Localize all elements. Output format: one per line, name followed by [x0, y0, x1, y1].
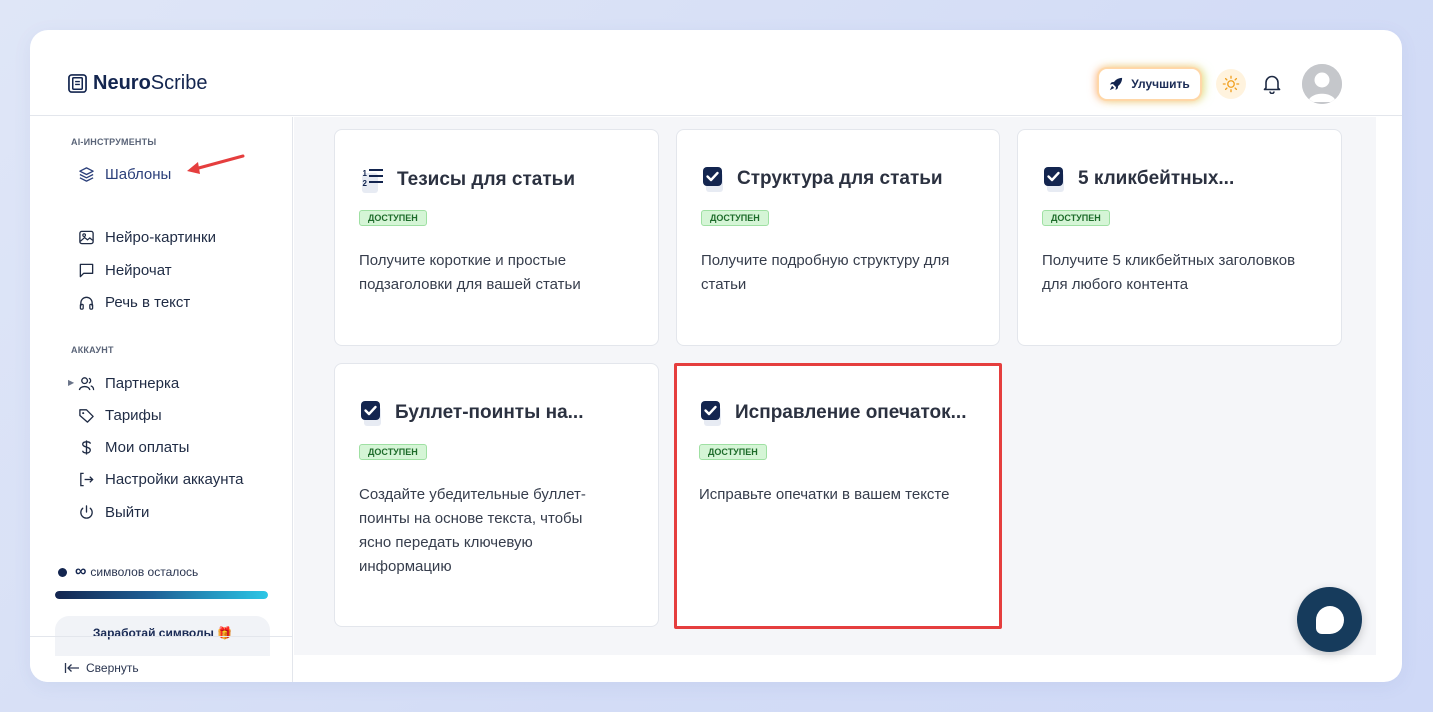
sidebar-item-label: Партнерка [105, 374, 180, 392]
tag-icon [79, 408, 94, 423]
card-description: Получите 5 кликбейтных заголовков для лю… [1042, 252, 1296, 293]
logo[interactable]: NeuroScribe [68, 72, 208, 95]
sidebar-item-label: Нейрочат [105, 261, 172, 279]
svg-text:2: 2 [363, 179, 368, 188]
sidebar-item-my-payments[interactable]: Мои оплаты [78, 436, 189, 458]
notifications-button[interactable] [1262, 73, 1282, 95]
user-avatar-icon [1302, 64, 1342, 104]
sidebar-item-label: Тарифы [105, 406, 162, 424]
status-dot [58, 567, 67, 577]
symbols-progress-fill [55, 591, 268, 599]
status-badge: ДОСТУПЕН [701, 210, 769, 226]
sidebar-item-speech-to-text[interactable]: Речь в текст [78, 291, 190, 313]
card-title: Структура для статьи [737, 168, 943, 189]
checkbox-icon [361, 401, 381, 426]
rocket-icon [1110, 77, 1123, 91]
collapse-label: Свернуть [86, 661, 139, 675]
templates-grid: 1 2 Тезисы для статьи ДОСТУПЕН Получите … [294, 117, 1376, 655]
sidebar-item-templates[interactable]: Шаблоны [78, 163, 171, 185]
section-title-ai: AI-ИНСТРУМЕНТЫ [71, 137, 157, 147]
sidebar-divider [30, 636, 293, 637]
sidebar-item-logout[interactable]: Выйти [78, 501, 149, 523]
section-title-account: АККАУНТ [71, 345, 114, 355]
sun-icon [1222, 75, 1240, 93]
sidebar-item-label: Мои оплаты [105, 438, 190, 456]
brand-bold: Neuro [93, 72, 151, 94]
logo-icon [68, 74, 87, 93]
card-description: Получите подробную структуру для статьи [701, 252, 950, 293]
sidebar-item-label: Шаблоны [105, 165, 172, 183]
card-description: Получите короткие и простые подзаголовки… [359, 252, 581, 293]
checkbox-icon [1044, 167, 1064, 192]
sidebar-item-neuro-images[interactable]: Нейро-картинки [78, 226, 216, 248]
template-card-bullet-points[interactable]: Буллет-поинты на... ДОСТУПЕН Создайте уб… [334, 363, 659, 627]
users-icon [78, 376, 95, 390]
upgrade-button[interactable]: Улучшить [1099, 69, 1200, 99]
avatar[interactable] [1302, 64, 1342, 104]
headphones-icon [79, 296, 94, 310]
template-card-article-structure[interactable]: Структура для статьи ДОСТУПЕН Получите п… [676, 129, 1000, 346]
sidebar-item-label: Нейро-картинки [105, 228, 216, 246]
app-window: NeuroScribe Улучшить AI-ИНСТРУМЕНТЫ Шабл… [30, 30, 1402, 682]
card-description: Исправьте опечатки в вашем тексте [699, 486, 950, 503]
collapse-arrow-icon [64, 663, 79, 673]
bell-icon [1263, 75, 1281, 94]
sidebar-item-neurochat[interactable]: Нейрочат [78, 259, 172, 281]
annotation-arrow-icon [187, 154, 245, 174]
sidebar-item-tariffs[interactable]: Тарифы [78, 404, 162, 426]
symbols-progress-bar [55, 591, 268, 599]
card-title: Исправление опечаток... [735, 402, 967, 423]
expand-caret-icon[interactable]: ▶ [68, 378, 74, 387]
checkbox-icon [701, 401, 721, 426]
sidebar-item-partners[interactable]: Партнерка [78, 372, 179, 394]
symbols-label: символов осталось [90, 565, 199, 579]
sidebar-item-label: Речь в текст [105, 293, 191, 311]
chat-icon [79, 263, 94, 277]
list-icon: 1 2 [362, 169, 383, 193]
template-card-theses[interactable]: 1 2 Тезисы для статьи ДОСТУПЕН Получите … [334, 129, 659, 346]
logout-arrow-icon [80, 472, 94, 486]
sidebar-item-account-settings[interactable]: Настройки аккаунта [78, 468, 244, 490]
sidebar-item-label: Настройки аккаунта [105, 470, 244, 488]
header: NeuroScribe Улучшить [30, 30, 1402, 116]
sidebar: AI-ИНСТРУМЕНТЫ Шаблоны Нейро-картинки Не… [30, 117, 293, 682]
chat-support-button[interactable] [1297, 587, 1362, 652]
sidebar-item-label: Выйти [105, 503, 150, 521]
status-badge: ДОСТУПЕН [699, 444, 767, 460]
card-title: 5 кликбейтных... [1078, 168, 1235, 189]
upgrade-label: Улучшить [1131, 77, 1190, 91]
template-card-typo-fix[interactable]: Исправление опечаток... ДОСТУПЕН Исправь… [674, 363, 1002, 629]
template-card-clickbait[interactable]: 5 кликбейтных... ДОСТУПЕН Получите 5 кли… [1017, 129, 1342, 346]
checkbox-icon [703, 167, 723, 192]
card-title: Тезисы для статьи [397, 169, 576, 190]
collapse-sidebar-button[interactable]: Свернуть [64, 661, 139, 675]
chat-bubble-icon [1315, 605, 1344, 634]
status-badge: ДОСТУПЕН [1042, 210, 1110, 226]
svg-text:1: 1 [363, 169, 368, 178]
layers-icon [79, 166, 94, 182]
status-badge: ДОСТУПЕН [359, 444, 427, 460]
symbols-counter: ∞ символов осталось [58, 563, 198, 581]
card-title: Буллет-поинты на... [395, 402, 584, 423]
card-description: Создайте убедительные буллет-поинты на о… [359, 486, 586, 575]
infinity-symbol: ∞ [75, 563, 87, 580]
power-icon [80, 504, 93, 519]
brand-light: Scribe [150, 72, 208, 94]
theme-toggle-button[interactable] [1216, 69, 1246, 99]
image-icon [79, 230, 94, 244]
dollar-icon [82, 439, 91, 455]
status-badge: ДОСТУПЕН [359, 210, 427, 226]
